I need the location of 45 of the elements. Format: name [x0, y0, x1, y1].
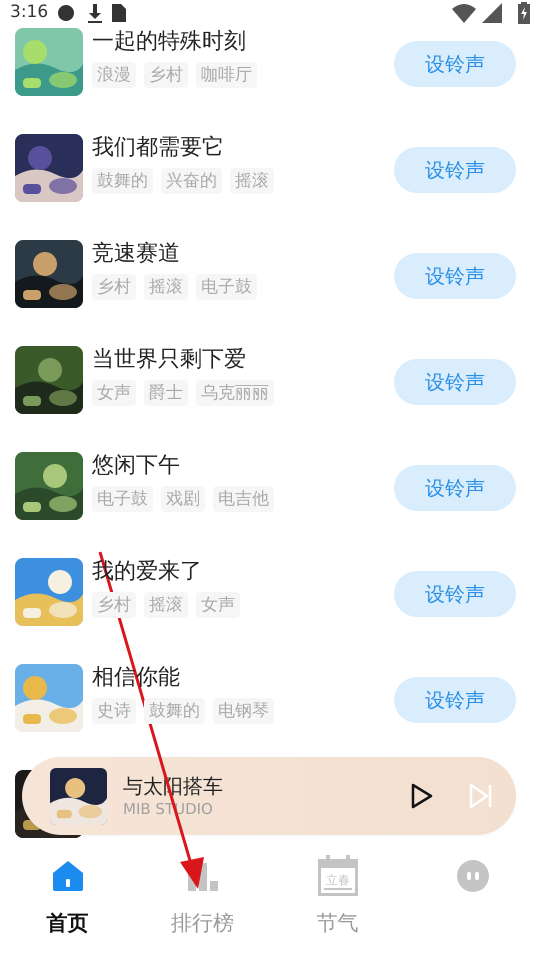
sim-icon [112, 4, 126, 22]
signal-icon [482, 3, 502, 23]
genre-tag: 电钢琴 [213, 698, 274, 724]
set-ringtone-button[interactable]: 设铃声 [394, 465, 516, 511]
play-icon[interactable] [410, 782, 434, 810]
song-title: 当世界只剩下爱 [92, 346, 247, 374]
song-title: 竞速赛道 [92, 240, 181, 268]
song-title: 一起的特殊时刻 [92, 28, 247, 56]
face-icon [456, 859, 490, 893]
set-ringtone-button[interactable]: 设铃声 [394, 253, 516, 299]
status-time: 3:16 [10, 1, 48, 24]
wifi-icon [452, 3, 476, 23]
genre-tag: 乌克丽丽 [196, 380, 274, 406]
genre-tag: 电子鼓 [92, 486, 153, 512]
genre-tag: 咖啡厅 [196, 62, 257, 88]
genre-tag: 电吉他 [213, 486, 274, 512]
genre-tag: 电子鼓 [196, 274, 257, 300]
set-ringtone-button[interactable]: 设铃声 [394, 359, 516, 405]
genre-tag: 摇滚 [144, 592, 188, 618]
genre-tag: 浪漫 [92, 62, 136, 88]
set-ringtone-button[interactable]: 设铃声 [394, 677, 516, 723]
genre-tag: 摇滚 [230, 168, 274, 194]
genre-tag: 爵士 [144, 380, 188, 406]
genre-tag: 女声 [196, 592, 240, 618]
genre-tag: 史诗 [92, 698, 136, 724]
genre-tag: 乡村 [92, 592, 136, 618]
set-ringtone-button[interactable]: 设铃声 [394, 41, 516, 87]
genre-tag: 兴奋的 [161, 168, 222, 194]
download-icon [86, 3, 104, 23]
next-icon[interactable] [468, 782, 494, 810]
set-ringtone-button[interactable]: 设铃声 [394, 571, 516, 617]
genre-tag: 鼓舞的 [144, 698, 205, 724]
nav-tab[interactable]: 首页 [0, 852, 135, 960]
genre-tag: 鼓舞的 [92, 168, 153, 194]
genre-tag: 女声 [92, 380, 136, 406]
song-title: 我们都需要它 [92, 134, 225, 162]
nav-tab[interactable]: 立春 节气 [270, 852, 405, 960]
genre-tag: 摇滚 [144, 274, 188, 300]
notification-icon [56, 3, 76, 23]
set-ringtone-button[interactable]: 设铃声 [394, 147, 516, 193]
genre-tag: 乡村 [144, 62, 188, 88]
genre-tag: 戏剧 [161, 486, 205, 512]
home-icon [50, 859, 84, 893]
genre-tag: 乡村 [92, 274, 136, 300]
song-title: 悠闲下午 [92, 452, 181, 480]
